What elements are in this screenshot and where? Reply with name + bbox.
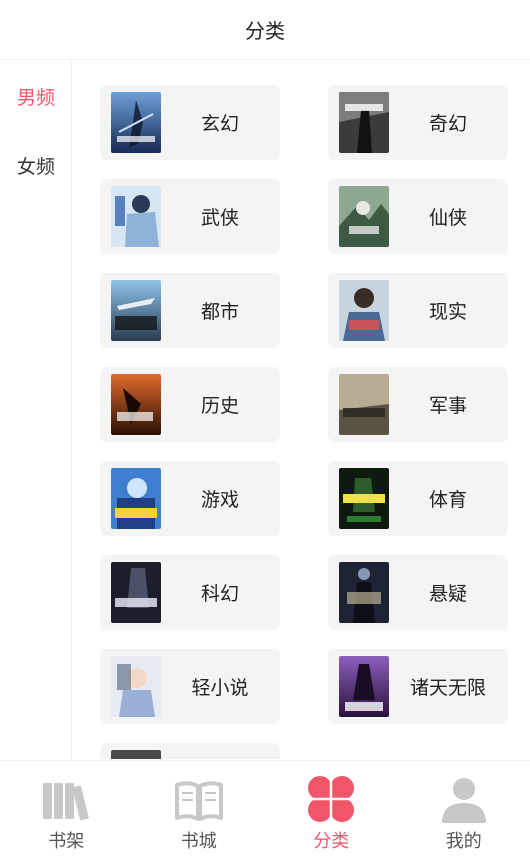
book-cover-image [111, 92, 161, 153]
category-label: 现实 [428, 301, 467, 323]
book-cover-image [339, 280, 389, 341]
book-cover-image [111, 468, 161, 529]
category-card-partial[interactable] [100, 743, 280, 759]
category-label: 诸天无限 [409, 677, 486, 699]
book-cover-image [111, 374, 161, 435]
tab-category[interactable]: 分类 [265, 761, 398, 860]
tab-bookshelf[interactable]: 书架 [0, 761, 133, 860]
category-label: 科幻 [200, 583, 239, 605]
category-grid: 玄幻 奇幻 武侠 仙侠 都市 现实 历史 军事 游戏 体育 科幻 悬疑 轻小说 … [100, 85, 510, 759]
tab-profile[interactable]: 我的 [398, 761, 530, 860]
bottom-tab-bar: 书架 书城 分类 我的 [0, 760, 530, 860]
category-label: 军事 [428, 395, 467, 417]
book-cover-image [111, 750, 161, 759]
category-label: 历史 [200, 395, 239, 417]
category-petals-icon [305, 773, 357, 825]
tab-label: 我的 [445, 831, 482, 852]
category-label: 体育 [428, 489, 467, 511]
book-cover-image [111, 656, 161, 717]
open-book-icon [173, 773, 225, 825]
book-cover-image [339, 186, 389, 247]
tab-bookstore[interactable]: 书城 [133, 761, 266, 860]
category-card-youxi[interactable]: 游戏 [100, 461, 280, 536]
book-cover-image [339, 374, 389, 435]
category-card-lishi[interactable]: 历史 [100, 367, 280, 442]
sidebar-item-female[interactable]: 女频 [0, 152, 72, 179]
category-label: 奇幻 [428, 113, 467, 135]
category-label: 悬疑 [428, 583, 467, 605]
category-label: 仙侠 [428, 207, 467, 229]
category-card-xuanhuan[interactable]: 玄幻 [100, 85, 280, 160]
book-cover-image [339, 562, 389, 623]
category-card-zhutianwuxian[interactable]: 诸天无限 [328, 649, 508, 724]
tab-label: 书架 [48, 831, 85, 852]
book-cover-image [111, 280, 161, 341]
category-label: 轻小说 [191, 677, 249, 699]
gender-sidebar: 男频 女频 [0, 61, 72, 759]
category-card-junshi[interactable]: 军事 [328, 367, 508, 442]
category-label: 游戏 [200, 489, 239, 511]
category-card-xianxia[interactable]: 仙侠 [328, 179, 508, 254]
category-label: 武侠 [200, 207, 239, 229]
top-bar: 分类 [0, 0, 530, 60]
page-title: 分类 [245, 19, 285, 43]
sidebar-item-male[interactable]: 男频 [0, 83, 72, 110]
category-card-dushi[interactable]: 都市 [100, 273, 280, 348]
book-cover-image [339, 468, 389, 529]
bookshelf-icon [40, 773, 92, 825]
category-card-tiyu[interactable]: 体育 [328, 461, 508, 536]
user-icon [438, 773, 490, 825]
category-card-wuxia[interactable]: 武侠 [100, 179, 280, 254]
book-cover-image [339, 92, 389, 153]
category-card-qingxiaoshuo[interactable]: 轻小说 [100, 649, 280, 724]
category-list[interactable]: 玄幻 奇幻 武侠 仙侠 都市 现实 历史 军事 游戏 体育 科幻 悬疑 轻小说 … [73, 61, 530, 759]
category-label: 都市 [200, 301, 239, 323]
category-card-xianshi[interactable]: 现实 [328, 273, 508, 348]
category-card-qihuan[interactable]: 奇幻 [328, 85, 508, 160]
book-cover-image [111, 562, 161, 623]
category-card-xuanyi[interactable]: 悬疑 [328, 555, 508, 630]
book-cover-image [111, 186, 161, 247]
tab-label: 分类 [313, 831, 350, 852]
category-label: 玄幻 [200, 113, 239, 135]
category-card-kehuan[interactable]: 科幻 [100, 555, 280, 630]
tab-label: 书城 [180, 831, 217, 852]
book-cover-image [339, 656, 389, 717]
